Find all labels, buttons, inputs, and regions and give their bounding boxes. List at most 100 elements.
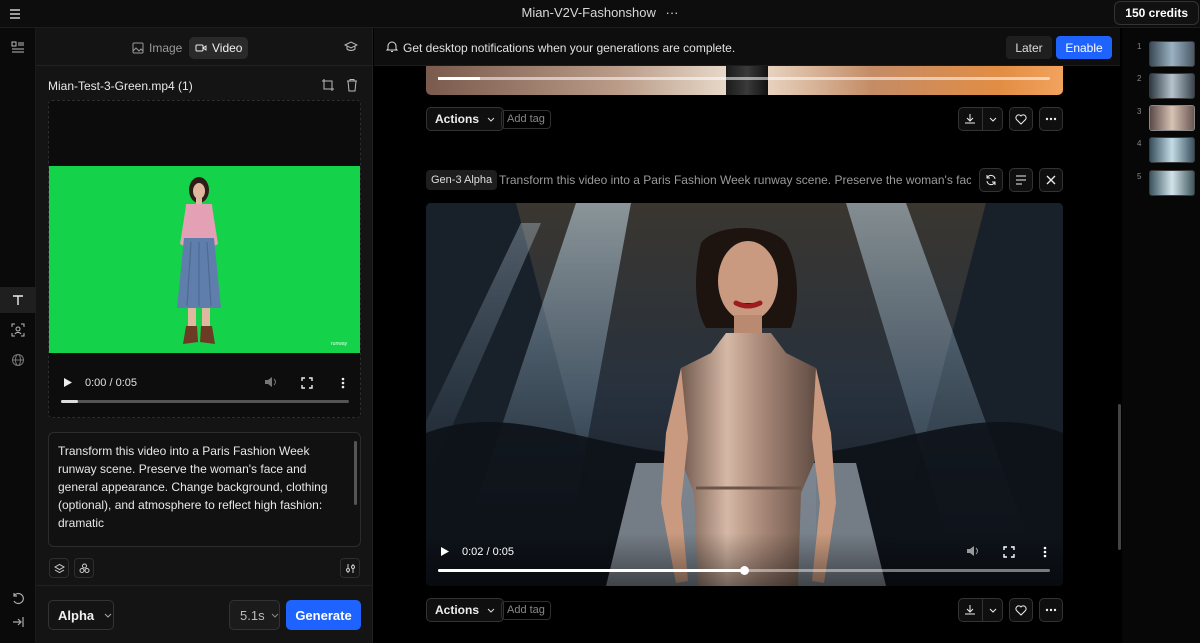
thumbnail-4[interactable] — [1149, 137, 1195, 163]
text-icon[interactable] — [0, 287, 36, 313]
close-button[interactable] — [1039, 168, 1063, 192]
download-icon — [965, 605, 975, 615]
feed-scrollbar[interactable] — [1118, 404, 1121, 550]
generation-panel: Image Video Mian-Test-3-Green.mp4 (1) ru… — [36, 28, 373, 643]
undo-icon[interactable] — [0, 585, 36, 611]
play-icon[interactable] — [63, 377, 73, 388]
notification-banner: Get desktop notifications when your gene… — [374, 28, 1120, 66]
generation-prompt[interactable]: Transform this video into a Paris Fashio… — [499, 173, 971, 187]
project-title: Mian-V2V-Fashonshow ··· — [0, 5, 1200, 20]
thumbnail-5[interactable] — [1149, 170, 1195, 196]
video-icon — [195, 44, 207, 52]
thumbnail-number: 3 — [1137, 107, 1142, 116]
tab-image-label: Image — [149, 41, 183, 55]
input-video-progress — [61, 400, 79, 403]
input-video-scrubber[interactable] — [61, 400, 349, 403]
favorite-button[interactable] — [1009, 107, 1033, 131]
crop-icon[interactable] — [321, 78, 335, 92]
style-icon[interactable] — [74, 558, 94, 578]
fullscreen-icon[interactable] — [301, 377, 313, 389]
credits-button[interactable]: 150 credits — [1114, 1, 1199, 25]
mute-icon[interactable] — [264, 376, 278, 388]
grid-icon[interactable] — [0, 34, 36, 60]
trash-icon[interactable] — [345, 78, 359, 92]
video-options-icon[interactable] — [1043, 546, 1047, 558]
divider — [36, 585, 373, 586]
settings-icon[interactable] — [340, 558, 360, 578]
enable-button[interactable]: Enable — [1056, 36, 1112, 59]
input-video[interactable]: runway 0:00 / 0:05 — [48, 100, 361, 418]
later-button[interactable]: Later — [1006, 36, 1052, 59]
notification-text: Get desktop notifications when your gene… — [403, 41, 736, 55]
generated-video[interactable]: 0:02 / 0:05 — [426, 203, 1063, 586]
chevron-down-icon — [271, 613, 278, 618]
previous-video-progress — [438, 77, 480, 80]
mute-icon[interactable] — [966, 545, 980, 557]
menu-icon[interactable] — [6, 5, 24, 23]
download-button[interactable] — [958, 107, 1003, 131]
regenerate-button[interactable] — [979, 168, 1003, 192]
video-options-icon[interactable] — [341, 377, 345, 389]
chevron-down-icon — [104, 613, 112, 618]
heart-icon — [1015, 113, 1027, 125]
face-icon[interactable] — [0, 317, 36, 343]
duration-select[interactable]: 5.1s — [229, 600, 280, 630]
add-tag-button[interactable]: Add tag — [501, 601, 551, 620]
chevron-down-icon — [487, 117, 495, 122]
main-video-scrubber[interactable] — [438, 566, 1050, 575]
presets-icon[interactable] — [49, 558, 69, 578]
mode-tabs: Image Video — [36, 28, 373, 66]
main-video-time: 0:02 / 0:05 — [462, 546, 514, 558]
play-icon[interactable] — [440, 546, 450, 557]
favorite-button[interactable] — [1009, 598, 1033, 622]
previous-video-figure — [726, 66, 768, 95]
collapse-icon[interactable] — [0, 609, 36, 635]
top-bar: Mian-V2V-Fashonshow ··· 150 credits — [0, 0, 1200, 28]
close-icon — [1046, 175, 1056, 185]
thumbnail-number: 2 — [1137, 74, 1142, 83]
more-options-button[interactable] — [1039, 107, 1063, 131]
main-video-controls: 0:02 / 0:05 — [426, 533, 1063, 586]
thumbnail-3[interactable] — [1149, 105, 1195, 131]
previous-video-scrubber[interactable] — [438, 77, 1050, 80]
fullscreen-icon[interactable] — [1003, 546, 1015, 558]
input-video-frame: runway — [49, 166, 360, 353]
more-icon — [1045, 608, 1057, 612]
align-left-icon — [1016, 175, 1026, 185]
prompt-text[interactable]: Transform this video into a Paris Fashio… — [58, 442, 348, 532]
main-video-progress — [438, 569, 744, 572]
tab-video-label: Video — [212, 41, 243, 55]
bell-icon — [386, 40, 398, 53]
actions-menu-button[interactable]: Actions — [426, 598, 505, 622]
download-button[interactable] — [958, 598, 1003, 622]
chevron-down-icon — [989, 117, 997, 122]
runway-scene — [426, 203, 1063, 586]
chevron-down-icon — [487, 608, 495, 613]
thumbnail-number: 1 — [1137, 42, 1142, 51]
globe-icon[interactable] — [0, 347, 36, 373]
project-title-text[interactable]: Mian-V2V-Fashonshow — [521, 5, 655, 20]
project-more-icon[interactable]: ··· — [666, 5, 679, 20]
details-button[interactable] — [1009, 168, 1033, 192]
generate-button[interactable]: Generate — [286, 600, 361, 630]
scrubber-handle[interactable] — [740, 566, 749, 575]
prompt-textarea[interactable]: Transform this video into a Paris Fashio… — [48, 432, 361, 547]
duration-value: 5.1s — [240, 607, 265, 623]
runway-watermark: runway — [331, 341, 348, 347]
generation-thumbnails: 1 2 3 4 5 — [1122, 28, 1200, 643]
chevron-down-icon — [989, 608, 997, 613]
previous-video-preview[interactable] — [426, 66, 1063, 95]
thumbnail-number: 4 — [1137, 139, 1142, 148]
prompt-scrollbar[interactable] — [354, 441, 357, 505]
heart-icon — [1015, 604, 1027, 616]
thumbnail-2[interactable] — [1149, 73, 1195, 99]
tab-video[interactable]: Video — [189, 37, 249, 59]
more-options-button[interactable] — [1039, 598, 1063, 622]
learn-icon[interactable] — [344, 40, 358, 54]
tab-image[interactable]: Image — [126, 37, 188, 59]
model-select[interactable]: Alpha — [48, 600, 114, 630]
thumbnail-1[interactable] — [1149, 41, 1195, 67]
actions-menu-button[interactable]: Actions — [426, 107, 505, 131]
model-figure: runway — [177, 177, 348, 347]
add-tag-button[interactable]: Add tag — [501, 110, 551, 129]
